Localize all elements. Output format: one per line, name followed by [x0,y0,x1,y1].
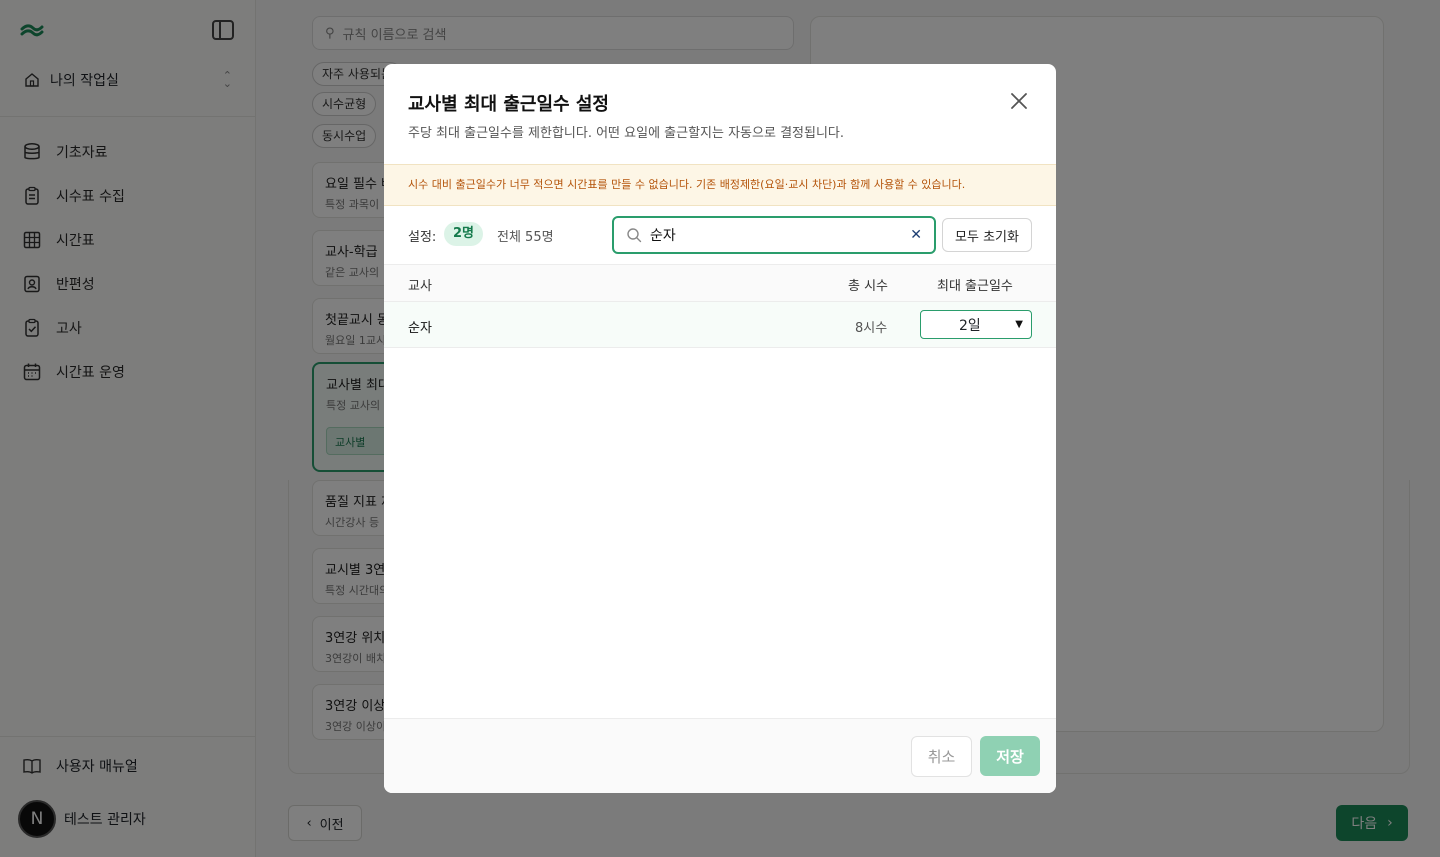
set-label: 설정: [408,230,437,245]
column-header-max-days[interactable]: 최대 출근일수 [937,275,1013,294]
teacher-search-input[interactable] [650,227,903,243]
table-row: 순자 8시수 2일 ▼ [384,302,1056,348]
column-header-teacher[interactable]: 교사 [408,275,432,294]
table-header: 교사 총 시수 최대 출근일수 [384,264,1056,302]
dialog-description: 주당 최대 출근일수를 제한합니다. 어떤 요일에 출근할지는 자동으로 결정됩… [408,126,845,141]
teacher-hours: 8시수 [855,321,888,336]
dialog-footer: 취소 저장 [384,718,1056,793]
chevron-down-icon: ▼ [1015,319,1023,330]
reset-all-button[interactable]: 모두 초기화 [942,218,1032,252]
close-icon[interactable] [1008,90,1030,112]
warning-banner: 시수 대비 출근일수가 너무 적으면 시간표를 만들 수 없습니다. 기존 배정… [384,164,1056,206]
max-days-select[interactable]: 2일 ▼ [920,310,1032,339]
clear-search-icon[interactable]: ✕ [910,227,922,243]
search-icon [627,228,642,243]
column-header-hours[interactable]: 총 시수 [848,275,888,294]
total-count: 전체 55명 [497,230,554,245]
cancel-button[interactable]: 취소 [911,736,972,777]
teacher-name: 순자 [408,321,432,336]
teacher-search-field[interactable]: ✕ [612,216,936,254]
dialog-title: 교사별 최대 출근일수 설정 [408,94,609,115]
set-count-badge: 2명 [444,222,484,246]
dialog-controls: 설정: 2명 전체 55명 ✕ 모두 초기화 [384,206,1056,264]
max-days-value: 2일 [959,317,981,334]
teacher-max-days-dialog: 교사별 최대 출근일수 설정 주당 최대 출근일수를 제한합니다. 어떤 요일에… [384,64,1056,793]
save-button[interactable]: 저장 [980,736,1040,776]
